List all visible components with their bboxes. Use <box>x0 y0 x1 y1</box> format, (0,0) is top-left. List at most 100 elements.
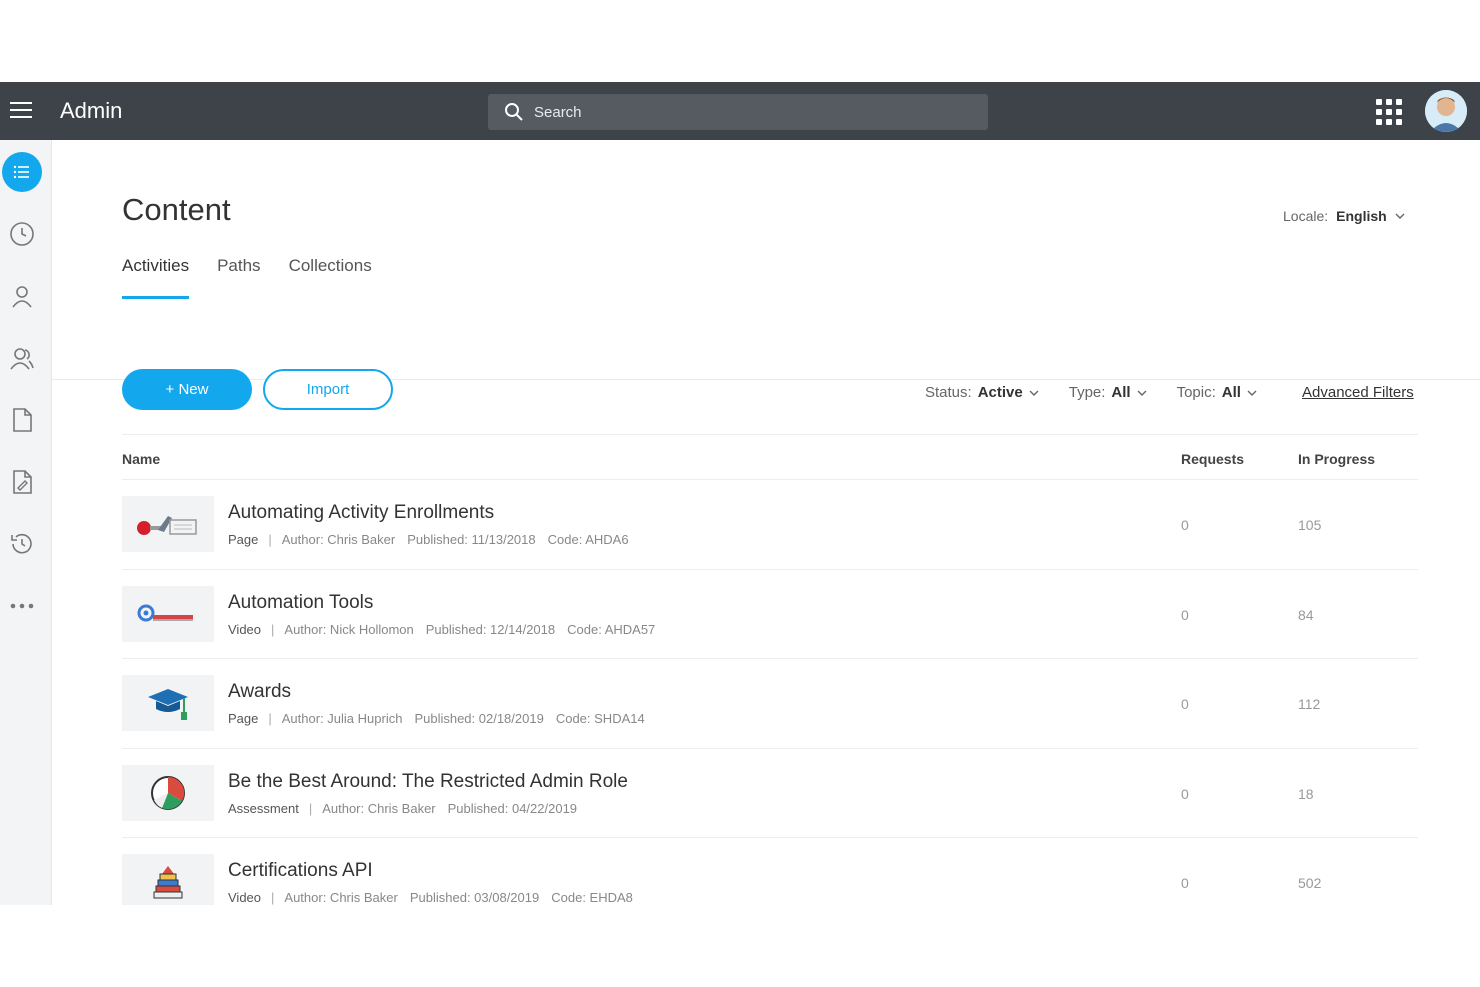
sidebar-item-user[interactable] <box>2 276 42 316</box>
table-row[interactable]: Be the Best Around: The Restricted Admin… <box>122 749 1418 839</box>
sidebar-item-recent[interactable] <box>2 214 42 254</box>
activity-title[interactable]: Automation Tools <box>228 592 373 614</box>
sidebar-item-edit-document[interactable] <box>2 462 42 502</box>
tab-collections[interactable]: Collections <box>289 256 372 299</box>
requests-count: 0 <box>1181 696 1189 713</box>
activity-thumbnail <box>122 675 214 732</box>
tools-image-icon <box>137 604 193 622</box>
activity-title[interactable]: Be the Best Around: The Restricted Admin… <box>228 771 628 793</box>
requests-count: 0 <box>1181 606 1189 623</box>
top-bar: Admin <box>0 82 1480 140</box>
chevron-down-icon <box>1247 390 1257 396</box>
activities-table: Name Requests In Progress Automating Act… <box>122 434 1418 905</box>
column-header-in-progress[interactable]: In Progress <box>1298 451 1375 467</box>
sidebar-item-history[interactable] <box>2 524 42 564</box>
column-header-requests[interactable]: Requests <box>1181 451 1244 467</box>
activity-type: Video <box>228 890 262 905</box>
pie-chart-icon <box>151 775 185 810</box>
activity-type: Video <box>228 621 262 637</box>
content-main: Content Locale: English Activities Paths… <box>52 140 1480 905</box>
activity-title[interactable]: Awards <box>228 681 291 703</box>
apps-grid-icon[interactable] <box>1376 99 1402 125</box>
table-row[interactable]: Automation Tools Video | Author: Nick Holl… <box>122 570 1418 660</box>
activity-author: Author: Chris Baker <box>322 800 436 816</box>
activity-code: Code: SHDA14 <box>555 711 645 727</box>
document-edit-icon <box>13 470 32 494</box>
page-title: Content <box>122 192 231 227</box>
chevron-down-icon <box>1137 390 1147 396</box>
admin-app: Admin Search Content Locale: English Act… <box>0 82 1480 905</box>
in-progress-count: 105 <box>1298 517 1322 533</box>
activity-type: Page <box>228 711 259 727</box>
activity-meta: Video | Author: Nick Hollomon Published: 12… <box>228 621 656 637</box>
table-row[interactable]: Certifications API Video | Author: Chris B… <box>122 838 1418 905</box>
table-row[interactable]: Automating Activity Enrollments Page | Aut… <box>122 480 1418 570</box>
certificate-stack-icon <box>153 866 183 899</box>
content-tabs: Activities Paths Collections <box>122 256 372 299</box>
activity-thumbnail <box>122 496 214 552</box>
type-filter-label: Type: <box>1068 384 1106 401</box>
more-icon <box>10 603 34 609</box>
activity-thumbnail <box>122 764 214 821</box>
avatar[interactable] <box>1425 90 1467 132</box>
locale-label: Locale: <box>1283 208 1329 224</box>
table-row[interactable]: Awards Page | Author: Julia Huprich Publish… <box>122 659 1418 749</box>
search-input[interactable] <box>534 103 954 121</box>
enrollment-image-icon <box>137 516 197 535</box>
status-filter[interactable]: Status: Active <box>925 384 1039 401</box>
import-button[interactable]: Import <box>263 369 393 410</box>
activity-type: Page <box>228 532 259 547</box>
activity-title[interactable]: Automating Activity Enrollments <box>228 502 494 524</box>
requests-count: 0 <box>1181 517 1189 533</box>
type-filter-value: All <box>1111 384 1131 401</box>
tab-paths[interactable]: Paths <box>217 256 260 299</box>
filters-bar: Status: Active Type: All Topic: All <box>925 384 1257 401</box>
activity-published: Published: 04/22/2019 <box>447 800 578 816</box>
clock-icon <box>10 222 34 246</box>
activity-thumbnail <box>122 585 214 642</box>
search-icon <box>505 103 523 121</box>
sidebar-item-more[interactable] <box>2 586 42 626</box>
list-icon <box>13 165 29 179</box>
locale-value: English <box>1336 208 1387 224</box>
chevron-down-icon <box>1395 213 1405 219</box>
activity-author: Author: Nick Hollomon <box>284 621 414 637</box>
in-progress-count: 112 <box>1298 696 1321 713</box>
activity-published: Published: 03/08/2019 <box>409 890 540 905</box>
new-button[interactable]: + New <box>122 369 252 410</box>
activity-title[interactable]: Certifications API <box>228 860 373 882</box>
history-icon <box>11 533 32 554</box>
activity-thumbnail <box>122 854 214 905</box>
locale-selector[interactable]: Locale: English <box>1283 208 1405 224</box>
requests-count: 0 <box>1181 875 1189 892</box>
activity-code: Code: EHDA8 <box>551 890 633 905</box>
activity-meta: Assessment | Author: Chris Baker Published:… <box>228 800 578 816</box>
advanced-filters-link[interactable]: Advanced Filters <box>1302 384 1414 401</box>
topic-filter-value: All <box>1221 384 1241 401</box>
requests-count: 0 <box>1181 785 1189 802</box>
activity-published: Published: 02/18/2019 <box>414 711 544 727</box>
activity-code: Code: AHDA6 <box>547 532 629 547</box>
search-bar[interactable] <box>488 94 988 130</box>
document-icon <box>13 408 32 432</box>
activity-published: Published: 12/14/2018 <box>425 621 556 637</box>
activity-meta: Page | Author: Chris Baker Published: 11/13… <box>228 532 629 547</box>
tab-activities[interactable]: Activities <box>122 256 190 299</box>
users-icon <box>10 348 34 370</box>
in-progress-count: 84 <box>1298 606 1314 623</box>
activity-code: Code: AHDA57 <box>567 621 656 637</box>
hamburger-menu-icon[interactable] <box>10 102 34 120</box>
sidebar-item-content[interactable] <box>2 152 42 192</box>
sidebar-item-users[interactable] <box>2 338 42 378</box>
status-filter-value: Active <box>977 384 1023 401</box>
type-filter[interactable]: Type: All <box>1069 384 1147 401</box>
in-progress-count: 502 <box>1298 875 1322 892</box>
activity-published: Published: 11/13/2018 <box>407 532 536 547</box>
chevron-down-icon <box>1029 390 1039 396</box>
activity-type: Assessment <box>228 800 299 816</box>
activity-author: Author: Julia Huprich <box>281 711 403 727</box>
in-progress-count: 18 <box>1298 785 1314 802</box>
column-header-name[interactable]: Name <box>122 451 160 467</box>
topic-filter[interactable]: Topic: All <box>1177 384 1257 401</box>
sidebar-item-documents[interactable] <box>2 400 42 440</box>
